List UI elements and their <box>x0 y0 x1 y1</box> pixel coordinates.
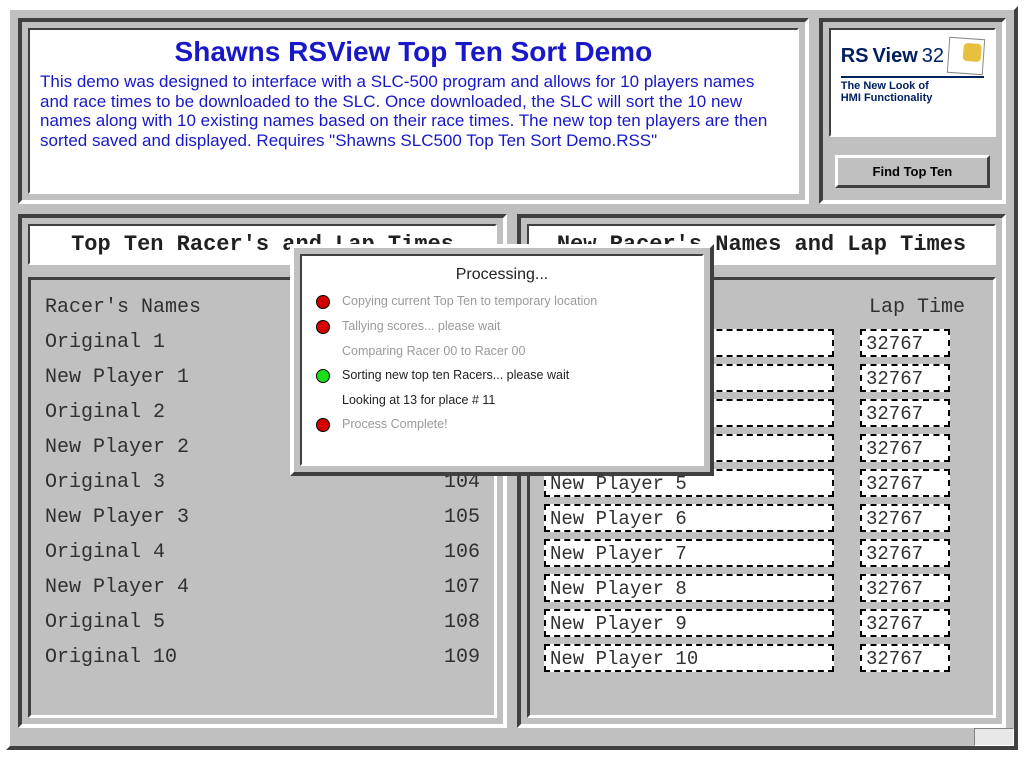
step-sorting: Sorting new top ten Racers... please wai… <box>316 368 688 383</box>
brand-logo: RSView32 <box>841 38 984 74</box>
brand-icon <box>947 37 985 75</box>
right-name-input[interactable]: New Player 8 <box>544 574 834 602</box>
app-title: Shawns RSView Top Ten Sort Demo <box>40 36 787 68</box>
brand-32: 32 <box>922 45 944 68</box>
status-dot-icon <box>316 369 330 383</box>
brand-view: View <box>873 45 918 68</box>
left-name: Original 5 <box>45 611 390 634</box>
step-complete: Process Complete! <box>316 417 688 432</box>
processing-dialog: Processing... Copying current Top Ten to… <box>290 244 714 476</box>
step-label: Sorting new top ten Racers... please wai… <box>342 368 569 382</box>
right-name-input[interactable]: New Player 7 <box>544 539 834 567</box>
step-copying: Copying current Top Ten to temporary loc… <box>316 294 688 309</box>
step-sorting-detail: Looking at 13 for place # 11 <box>342 393 688 407</box>
right-time-input[interactable]: 32767 <box>860 434 950 462</box>
find-top-ten-button[interactable]: Find Top Ten <box>835 155 990 188</box>
status-dot-icon <box>316 418 330 432</box>
step-label: Process Complete! <box>342 417 448 431</box>
right-time-input[interactable]: 32767 <box>860 399 950 427</box>
right-time-input[interactable]: 32767 <box>860 539 950 567</box>
header-panel: Shawns RSView Top Ten Sort Demo This dem… <box>18 18 809 204</box>
dialog-title: Processing... <box>316 266 688 284</box>
status-dot-icon <box>316 295 330 309</box>
right-time-input[interactable]: 32767 <box>860 644 950 672</box>
status-dot-icon <box>316 320 330 334</box>
brand-panel: RSView32 The New Look of HMI Functionali… <box>819 18 1006 204</box>
app-description: This demo was designed to interface with… <box>40 72 787 150</box>
left-name: New Player 3 <box>45 506 390 529</box>
right-time-input[interactable]: 32767 <box>860 469 950 497</box>
brand-tagline: The New Look of HMI Functionality <box>841 76 984 104</box>
right-name-input[interactable]: New Player 9 <box>544 609 834 637</box>
right-hdr-time: Lap Time <box>869 296 979 319</box>
step-tallying-detail: Comparing Racer 00 to Racer 00 <box>342 344 688 358</box>
left-time: 106 <box>390 541 480 564</box>
left-time: 107 <box>390 576 480 599</box>
brand-rs: RS <box>841 45 869 68</box>
step-label: Copying current Top Ten to temporary loc… <box>342 294 597 308</box>
step-label: Tallying scores... please wait <box>342 319 500 333</box>
right-time-input[interactable]: 32767 <box>860 609 950 637</box>
right-name-input[interactable]: New Player 10 <box>544 644 834 672</box>
right-name-input[interactable]: New Player 6 <box>544 504 834 532</box>
left-name: Original 10 <box>45 646 390 669</box>
left-time: 109 <box>390 646 480 669</box>
step-tallying: Tallying scores... please wait <box>316 319 688 334</box>
left-time: 105 <box>390 506 480 529</box>
right-time-input[interactable]: 32767 <box>860 364 950 392</box>
resize-grip-icon[interactable] <box>974 728 1014 746</box>
left-time: 108 <box>390 611 480 634</box>
left-name: New Player 4 <box>45 576 390 599</box>
left-name: Original 4 <box>45 541 390 564</box>
right-time-input[interactable]: 32767 <box>860 504 950 532</box>
right-time-input[interactable]: 32767 <box>860 329 950 357</box>
right-time-input[interactable]: 32767 <box>860 574 950 602</box>
